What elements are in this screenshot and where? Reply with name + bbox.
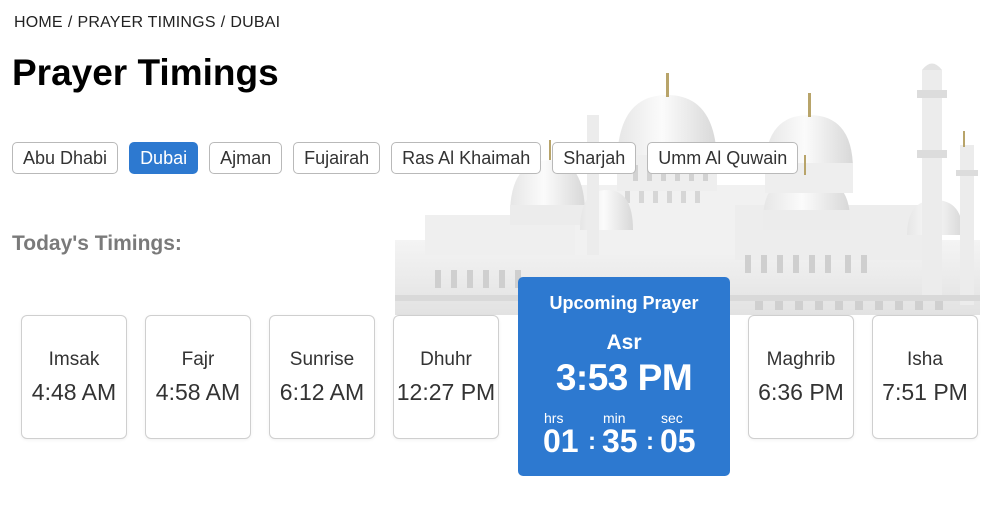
timing-name: Fajr: [181, 349, 215, 370]
timing-time: 12:27 PM: [396, 379, 496, 405]
tab-abu-dhabi[interactable]: Abu Dhabi: [12, 142, 119, 174]
countdown-hrs: 01: [543, 423, 579, 459]
timing-time: 6:36 PM: [758, 379, 844, 405]
todays-timings-heading: Today's Timings:: [12, 232, 182, 255]
breadcrumb-current: DUBAI: [230, 14, 281, 31]
tab-sharjah[interactable]: Sharjah: [552, 142, 637, 174]
timing-card-dhuhr: Dhuhr 12:27 PM: [393, 315, 499, 439]
breadcrumb-home[interactable]: HOME: [14, 14, 63, 31]
timing-name: Sunrise: [289, 349, 355, 370]
timing-name: Imsak: [48, 349, 100, 370]
timing-card-isha: Isha 7:51 PM: [872, 315, 978, 439]
tab-umm-al-quwain[interactable]: Umm Al Quwain: [647, 142, 799, 174]
tab-ras-al-khaimah[interactable]: Ras Al Khaimah: [391, 142, 542, 174]
tab-fujairah[interactable]: Fujairah: [293, 142, 381, 174]
countdown-sec: 05: [660, 423, 696, 459]
timing-time: 4:48 AM: [31, 379, 117, 405]
breadcrumb-separator: /: [220, 14, 226, 31]
breadcrumb-separator: /: [67, 14, 73, 31]
timing-card-maghrib: Maghrib 6:36 PM: [748, 315, 854, 439]
timing-name: Maghrib: [766, 349, 836, 370]
upcoming-prayer-card: Upcoming Prayer Asr 3:53 PM hrs min sec …: [518, 277, 730, 476]
timing-card-fajr: Fajr 4:58 AM: [145, 315, 251, 439]
upcoming-prayer-label: Upcoming Prayer: [549, 293, 699, 313]
timing-name: Dhuhr: [420, 349, 472, 370]
countdown-separator: :: [588, 428, 596, 455]
timing-time: 7:51 PM: [882, 379, 968, 405]
emirate-tabs: Abu Dhabi Dubai Ajman Fujairah Ras Al Kh…: [12, 142, 809, 174]
timing-card-sunrise: Sunrise 6:12 AM: [269, 315, 375, 439]
timing-time: 6:12 AM: [279, 379, 365, 405]
page-title: Prayer Timings: [12, 52, 279, 93]
countdown-separator: :: [646, 428, 654, 455]
breadcrumb-prayer-timings[interactable]: PRAYER TIMINGS: [77, 14, 215, 31]
tab-ajman[interactable]: Ajman: [209, 142, 283, 174]
upcoming-prayer-time: 3:53 PM: [555, 357, 693, 398]
timing-time: 4:58 AM: [155, 379, 241, 405]
timing-card-imsak: Imsak 4:48 AM: [21, 315, 127, 439]
upcoming-prayer-name: Asr: [606, 331, 642, 354]
tab-dubai[interactable]: Dubai: [129, 142, 199, 174]
countdown-min: 35: [602, 423, 638, 459]
timing-name: Isha: [907, 349, 943, 370]
breadcrumb: HOME / PRAYER TIMINGS / DUBAI: [14, 14, 280, 32]
